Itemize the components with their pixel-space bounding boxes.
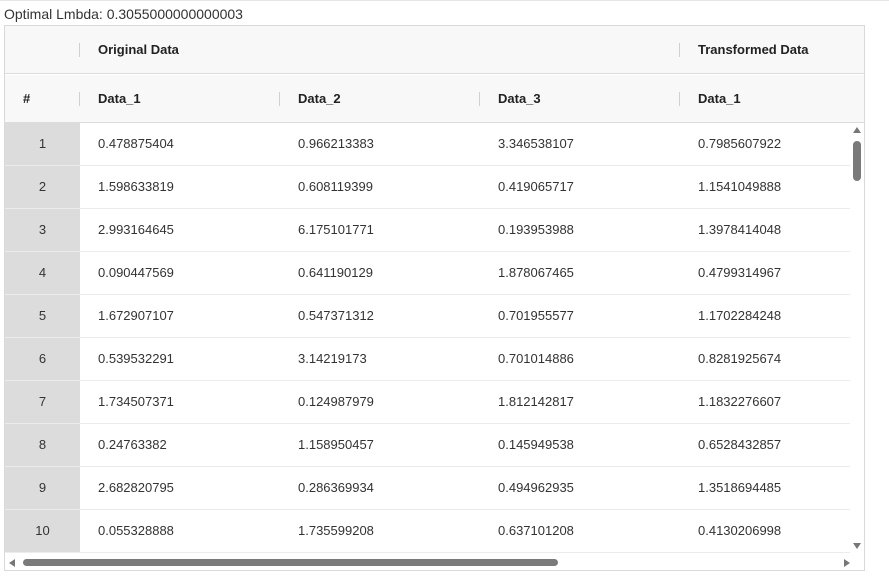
data-grid: Original Data Transformed Data # Data_1 … xyxy=(4,25,865,571)
data-cell[interactable]: 1.1832276607 xyxy=(698,381,781,423)
data-cell[interactable]: 0.24763382 xyxy=(98,424,167,466)
table-row[interactable]: 3 2.993164645 6.175101771 0.193953988 1.… xyxy=(5,209,850,252)
column-header-original-data-3[interactable]: Data_3 xyxy=(498,75,541,123)
row-number-cell: 5 xyxy=(5,295,80,337)
column-header-row: # Data_1 Data_2 Data_3 Data_1 xyxy=(5,75,864,123)
data-cell[interactable]: 0.145949538 xyxy=(498,424,574,466)
column-separator[interactable] xyxy=(79,43,80,57)
column-header-original-data-2[interactable]: Data_2 xyxy=(298,75,341,123)
data-cell[interactable]: 1.1541049888 xyxy=(698,166,781,208)
data-cell[interactable]: 0.4130206998 xyxy=(698,510,781,552)
table-row[interactable]: 7 1.734507371 0.124987979 1.812142817 1.… xyxy=(5,381,850,424)
data-cell[interactable]: 3.346538107 xyxy=(498,123,574,165)
table-row[interactable]: 10 0.055328888 1.735599208 0.637101208 0… xyxy=(5,510,850,553)
data-cell[interactable]: 1.878067465 xyxy=(498,252,574,294)
data-cell[interactable]: 6.175101771 xyxy=(298,209,374,251)
data-cell[interactable]: 0.6528432857 xyxy=(698,424,781,466)
table-row[interactable]: 8 0.24763382 1.158950457 0.145949538 0.6… xyxy=(5,424,850,467)
data-cell[interactable]: 1.812142817 xyxy=(498,381,574,423)
data-cell[interactable]: 0.641190129 xyxy=(298,252,373,294)
data-cell[interactable]: 0.966213383 xyxy=(298,123,374,165)
scroll-down-arrow-icon[interactable] xyxy=(853,543,861,549)
data-cell[interactable]: 0.124987979 xyxy=(298,381,374,423)
table-row[interactable]: 4 0.090447569 0.641190129 1.878067465 0.… xyxy=(5,252,850,295)
data-cell[interactable]: 1.598633819 xyxy=(98,166,174,208)
row-number-cell: 4 xyxy=(5,252,80,294)
column-separator[interactable] xyxy=(479,92,480,106)
data-cell[interactable]: 0.478875404 xyxy=(98,123,174,165)
data-cell[interactable]: 0.637101208 xyxy=(498,510,574,552)
row-number-cell: 1 xyxy=(5,123,80,165)
row-number-cell: 2 xyxy=(5,166,80,208)
row-number-cell: 9 xyxy=(5,467,80,509)
vertical-scrollbar[interactable] xyxy=(850,123,864,553)
data-cell[interactable]: 0.547371312 xyxy=(298,295,374,337)
data-cell[interactable]: 0.090447569 xyxy=(98,252,174,294)
column-header-row-number[interactable]: # xyxy=(23,75,30,123)
data-cell[interactable]: 0.419065717 xyxy=(498,166,574,208)
data-cell[interactable]: 2.993164645 xyxy=(98,209,174,251)
data-cell[interactable]: 0.055328888 xyxy=(98,510,174,552)
data-cell[interactable]: 0.4799314967 xyxy=(698,252,781,294)
horizontal-scroll-thumb[interactable] xyxy=(23,559,558,566)
data-cell[interactable]: 0.286369934 xyxy=(298,467,374,509)
data-cell[interactable]: 1.735599208 xyxy=(298,510,374,552)
row-number-cell: 3 xyxy=(5,209,80,251)
row-number-cell: 8 xyxy=(5,424,80,466)
column-separator[interactable] xyxy=(79,92,80,106)
data-cell[interactable]: 0.701955577 xyxy=(498,295,574,337)
data-cell[interactable]: 2.682820795 xyxy=(98,467,174,509)
column-separator[interactable] xyxy=(679,92,680,106)
data-cell[interactable]: 0.494962935 xyxy=(498,467,574,509)
column-header-original-data-1[interactable]: Data_1 xyxy=(98,75,141,123)
table-row[interactable]: 2 1.598633819 0.608119399 0.419065717 1.… xyxy=(5,166,850,209)
data-cell[interactable]: 1.158950457 xyxy=(298,424,374,466)
group-header-row: Original Data Transformed Data xyxy=(5,26,864,74)
group-header-original-data: Original Data xyxy=(98,42,179,57)
top-divider xyxy=(0,0,889,3)
column-separator[interactable] xyxy=(679,43,680,57)
row-number-cell: 7 xyxy=(5,381,80,423)
data-cell[interactable]: 1.3978414048 xyxy=(698,209,781,251)
data-cell[interactable]: 1.3518694485 xyxy=(698,467,781,509)
table-row[interactable]: 5 1.672907107 0.547371312 0.701955577 1.… xyxy=(5,295,850,338)
table-row[interactable]: 9 2.682820795 0.286369934 0.494962935 1.… xyxy=(5,467,850,510)
column-header-transformed-data-1[interactable]: Data_1 xyxy=(698,75,741,123)
data-cell[interactable]: 0.701014886 xyxy=(498,338,574,380)
data-cell[interactable]: 0.608119399 xyxy=(298,166,373,208)
horizontal-scrollbar[interactable] xyxy=(5,555,864,570)
row-number-cell: 10 xyxy=(5,510,80,552)
data-cell[interactable]: 1.1702284248 xyxy=(698,295,781,337)
data-cell[interactable]: 0.539532291 xyxy=(98,338,174,380)
scroll-right-arrow-icon[interactable] xyxy=(844,559,850,567)
data-cell[interactable]: 0.7985607922 xyxy=(698,123,781,165)
data-cell[interactable]: 0.193953988 xyxy=(498,209,574,251)
grid-body: 1 0.478875404 0.966213383 3.346538107 0.… xyxy=(5,123,850,553)
data-cell[interactable]: 1.734507371 xyxy=(98,381,174,423)
vertical-scroll-thumb[interactable] xyxy=(853,141,861,181)
table-row[interactable]: 6 0.539532291 3.14219173 0.701014886 0.8… xyxy=(5,338,850,381)
column-separator[interactable] xyxy=(279,92,280,106)
optimal-lambda-label: Optimal Lmbda: 0.3055000000000003 xyxy=(4,6,243,22)
data-cell[interactable]: 3.14219173 xyxy=(298,338,367,380)
group-header-transformed-data: Transformed Data xyxy=(698,42,809,57)
row-number-cell: 6 xyxy=(5,338,80,380)
table-row[interactable]: 1 0.478875404 0.966213383 3.346538107 0.… xyxy=(5,123,850,166)
data-cell[interactable]: 0.8281925674 xyxy=(698,338,781,380)
scroll-up-arrow-icon[interactable] xyxy=(853,127,861,133)
scroll-left-arrow-icon[interactable] xyxy=(9,559,15,567)
data-cell[interactable]: 1.672907107 xyxy=(98,295,174,337)
